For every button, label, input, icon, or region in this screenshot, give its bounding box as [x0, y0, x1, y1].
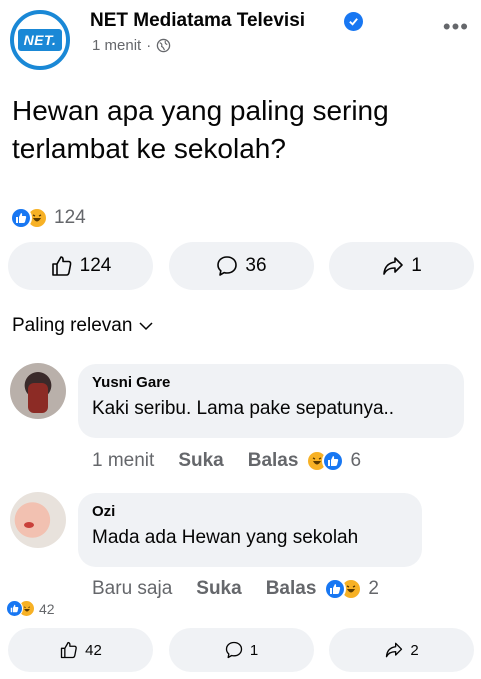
globe-icon [156, 38, 171, 53]
comment-like-button[interactable]: Suka [178, 450, 223, 472]
comment-text: Kaki seribu. Lama pake sepatunya.. [92, 398, 395, 419]
share-count: 1 [411, 255, 422, 276]
comment-bubble: Yusni Gare Kaki seribu. Lama pake sepatu… [78, 364, 464, 438]
share-icon [386, 642, 403, 658]
like-button[interactable]: 42 [8, 628, 153, 672]
share-icon [383, 257, 404, 275]
commenter-avatar[interactable] [10, 492, 66, 548]
comment-meta: Baru saja Suka Balas 2 [92, 578, 379, 600]
share-button[interactable]: 2 [329, 628, 474, 672]
comment-like-button[interactable]: Suka [196, 578, 241, 600]
like-count: 42 [85, 641, 102, 659]
commenter-avatar[interactable] [10, 363, 66, 419]
post-text: Hewan apa yang paling sering terlambat k… [12, 95, 389, 164]
reaction-count: 124 [54, 207, 86, 228]
filter-label: Paling relevan [12, 315, 133, 336]
post-header: NET. NET Mediatama Televisi 1 menit · ••… [0, 0, 481, 70]
next-post-actions: 42 1 2 [8, 628, 474, 672]
like-reaction-icon [10, 207, 32, 229]
comment-bubble: Ozi Mada ada Hewan yang sekolah [78, 493, 422, 567]
comment-icon [225, 641, 242, 659]
post-actions: 124 36 1 [8, 242, 474, 290]
comment-button[interactable]: 1 [168, 628, 314, 672]
share-button[interactable]: 1 [329, 242, 474, 290]
like-reaction-icon [322, 450, 345, 472]
comment-meta: 1 menit Suka Balas 6 [92, 450, 361, 472]
comment-button[interactable]: 36 [168, 242, 314, 290]
like-reaction-icon [6, 600, 23, 617]
thumbs-up-icon [60, 641, 77, 659]
like-button[interactable]: 124 [8, 242, 153, 290]
page-name[interactable]: NET Mediatama Televisi [90, 10, 305, 32]
comment-count: 1 [249, 641, 259, 659]
thumbs-up-icon [51, 256, 72, 276]
comment-reply-button[interactable]: Balas [248, 450, 299, 472]
like-count: 124 [79, 255, 112, 276]
comment-reaction-count[interactable]: 6 [350, 450, 361, 472]
post-meta: 1 menit · [92, 37, 171, 54]
comment-author[interactable]: Yusni Gare [92, 374, 450, 391]
comment-time[interactable]: Baru saja [92, 578, 172, 600]
more-options-button[interactable]: ••• [443, 16, 469, 38]
chevron-down-icon [139, 322, 153, 331]
next-post-reaction-summary[interactable]: 42 [6, 600, 55, 617]
post-time[interactable]: 1 menit [92, 37, 141, 54]
meta-separator: · [146, 37, 152, 54]
comment-text: Mada ada Hewan yang sekolah [92, 527, 359, 548]
reaction-summary[interactable]: 124 [10, 207, 86, 229]
next-post-reaction-count: 42 [39, 600, 55, 617]
comment-reply-button[interactable]: Balas [266, 578, 317, 600]
comment-count: 36 [245, 255, 267, 276]
net-logo: NET. [17, 29, 63, 51]
share-count: 2 [410, 641, 419, 659]
comment-filter[interactable]: Paling relevan [12, 315, 154, 337]
page-avatar[interactable]: NET. [10, 10, 70, 70]
comment-icon [217, 256, 238, 276]
comment-reaction-count[interactable]: 2 [368, 578, 379, 600]
verified-badge-icon [344, 12, 363, 31]
comment-author[interactable]: Ozi [92, 503, 408, 520]
comment-time[interactable]: 1 menit [92, 450, 154, 472]
